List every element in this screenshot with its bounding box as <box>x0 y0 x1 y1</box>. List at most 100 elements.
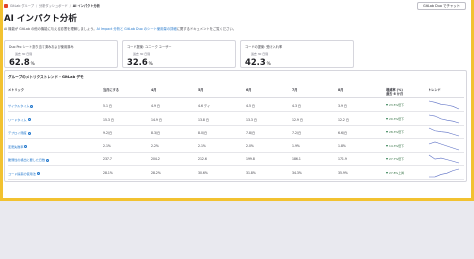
table-cell: 9.2/日 <box>103 131 113 135</box>
metric-link[interactable]: 脆弱性の検出に要した日数 i <box>8 157 50 162</box>
change-badge: 23.5%低下 <box>386 103 404 107</box>
table-cell: 7.8/日 <box>246 131 256 135</box>
page-description: AI 機能が GitLab の他の機能に与える影響を理解しましょう。AI Imp… <box>4 26 236 31</box>
table-cell: 1.8% <box>338 143 346 148</box>
table-header: メトリック 当月にする 4月 5月 6月 7月 8月 増減率 (%) 過去 6 か月 トレンド <box>8 86 464 98</box>
card-value-unit: % <box>148 62 153 67</box>
documentation-link[interactable]: AI Impact 分析と GitLab Duo のシート使用量の詳細 <box>97 27 177 31</box>
table-cell: 2.2% <box>151 143 159 148</box>
table-cell: 4.3 日 <box>292 104 301 108</box>
table-cell: 13.8 日 <box>198 117 209 122</box>
info-icon[interactable]: i <box>24 145 28 148</box>
info-icon[interactable]: i <box>27 131 31 135</box>
table-header-cell: 5月 <box>198 88 204 92</box>
table-cell: 2.1% <box>198 143 206 148</box>
down-arrow-icon <box>386 158 388 160</box>
metric-link[interactable]: サイクルタイム i <box>8 103 34 108</box>
description-text-end: に関するドキュメントをご覧ください。 <box>176 27 237 31</box>
table-header-cell: トレンド <box>428 88 441 92</box>
info-icon[interactable]: i <box>27 118 31 121</box>
table-cell: 4.6 デイ <box>198 104 211 108</box>
table-cell: 171.9 <box>338 157 347 161</box>
info-icon[interactable]: i <box>30 104 34 108</box>
metric-link[interactable]: コード提案の使用法 i <box>8 171 40 176</box>
card-period: 過去 30 日間 <box>15 52 33 56</box>
table-cell: 12.2 日 <box>338 117 349 122</box>
card-value: 32.6% <box>127 57 231 67</box>
table-cell: 30.6% <box>198 170 208 175</box>
table-cell: 199.8 <box>246 157 255 161</box>
change-badge: 27.8%上昇 <box>386 171 404 175</box>
table-header-cell: 7月 <box>292 88 298 92</box>
metrics-trend-panel: グループのメトリクストレンド - GitLab デモ メトリック 当月にする 4月 5… <box>4 70 467 182</box>
table-cell: 8.0/日 <box>198 131 208 135</box>
card-value-number: 62.8 <box>9 57 30 67</box>
table-cell: 2.0% <box>246 143 254 148</box>
down-arrow-icon <box>386 117 388 120</box>
metric-link[interactable]: 変更失敗率 i <box>8 144 28 149</box>
table-cell: 237.7 <box>103 157 112 161</box>
down-arrow-icon <box>386 144 388 147</box>
change-badge: 14.3%低下 <box>386 144 404 148</box>
table-cell: 2.1% <box>103 143 111 148</box>
trend-sparkline <box>428 154 460 164</box>
table-row: サイクルタイム i 5.1 日 4.9 日 4.6 デイ 4.5 日 4.3 日 3.9 日 2… <box>8 99 464 112</box>
table-cell: 8.3/日 <box>151 131 161 135</box>
info-icon[interactable]: i <box>46 158 50 162</box>
trend-sparkline <box>428 141 460 150</box>
app-frame: GitLab グループ / 分析ダッシュボード / AI インパクト分析 Git… <box>0 0 474 259</box>
card-title: コード提案: ユニーク ユーザー <box>127 45 172 49</box>
table-cell: 35.9% <box>338 170 348 175</box>
page-title: AI インパクト分析 <box>4 14 77 24</box>
down-arrow-icon <box>386 104 388 106</box>
change-badge: 27.7%低下 <box>386 157 404 161</box>
trend-sparkline <box>428 168 460 177</box>
summary-card-unique-users: コード提案: ユニーク ユーザー 過去 30 日間 32.6% <box>122 40 236 68</box>
table-cell: 4.9 日 <box>151 104 160 108</box>
table-header-cell: 8月 <box>338 88 344 92</box>
table-row: コード提案の使用法 i 28.1% 28.2% 30.6% 31.8% 34.3% 35.9%… <box>8 167 464 180</box>
table-header-cell: 当月にする <box>103 88 119 92</box>
card-period: 過去 30 日間 <box>133 52 151 56</box>
table-cell: 12.9 日 <box>292 117 303 122</box>
metric-link[interactable]: リードタイム i <box>8 117 31 122</box>
summary-cards: Duo Pro シート割り当て済みおよび使用済み 過去 30 日間 62.8% … <box>4 40 354 68</box>
metric-name[interactable]: サイクルタイム <box>8 104 29 108</box>
sparkline-line <box>428 154 460 164</box>
table-cell: 31.8% <box>246 170 256 175</box>
change-badge: 28.3%低下 <box>386 130 404 134</box>
breadcrumb-item-analytics[interactable]: 分析ダッシュボード <box>39 3 68 8</box>
table-cell: 7.2/日 <box>292 131 302 135</box>
metric-name[interactable]: 変更失敗率 <box>8 145 23 149</box>
table-cell: 204.2 <box>151 157 160 161</box>
breadcrumb-item-group[interactable]: GitLab グループ <box>10 3 34 8</box>
down-arrow-icon <box>386 131 388 133</box>
info-icon[interactable]: i <box>36 172 40 175</box>
change-badge: 20.3%低下 <box>386 117 404 121</box>
metric-name[interactable]: コード提案の使用法 <box>8 172 36 176</box>
card-value-number: 32.6 <box>127 57 148 67</box>
sparkline-line <box>428 127 460 137</box>
card-value: 62.8% <box>9 57 113 67</box>
breadcrumb-separator: / <box>69 3 71 8</box>
sparkline-line <box>428 141 460 150</box>
metric-link[interactable]: デプロイ頻度 i <box>8 130 31 135</box>
trend-sparkline <box>428 114 460 123</box>
card-title: Duo Pro シート割り当て済みおよび使用済み <box>9 45 74 49</box>
metric-name[interactable]: デプロイ頻度 <box>8 131 27 135</box>
card-period: 過去 30 日間 <box>251 52 269 56</box>
table-cell: 14.9 日 <box>151 117 162 122</box>
change-text: 28.3%低下 <box>389 130 404 134</box>
summary-card-acceptance-rate: コードの提案: 受け入れ率 過去 30 日間 42.3% <box>240 40 354 68</box>
table-row: 脆弱性の検出に要した日数 i 237.7 204.2 212.6 199.8 186.1 17… <box>8 153 464 166</box>
table-cell: 28.1% <box>103 170 113 175</box>
metric-name[interactable]: リードタイム <box>8 118 27 122</box>
change-text: 14.3%低下 <box>389 143 404 148</box>
card-title: コードの提案: 受け入れ率 <box>245 45 283 49</box>
table-cell: 28.2% <box>151 170 161 175</box>
duo-chat-button[interactable]: GitLab Duo でチャット <box>417 2 466 10</box>
card-value-unit: % <box>30 62 35 67</box>
summary-card-seats: Duo Pro シート割り当て済みおよび使用済み 過去 30 日間 62.8% <box>4 40 118 68</box>
card-value-unit: % <box>266 62 271 67</box>
metric-name[interactable]: 脆弱性の検出に要した日数 <box>8 158 45 162</box>
